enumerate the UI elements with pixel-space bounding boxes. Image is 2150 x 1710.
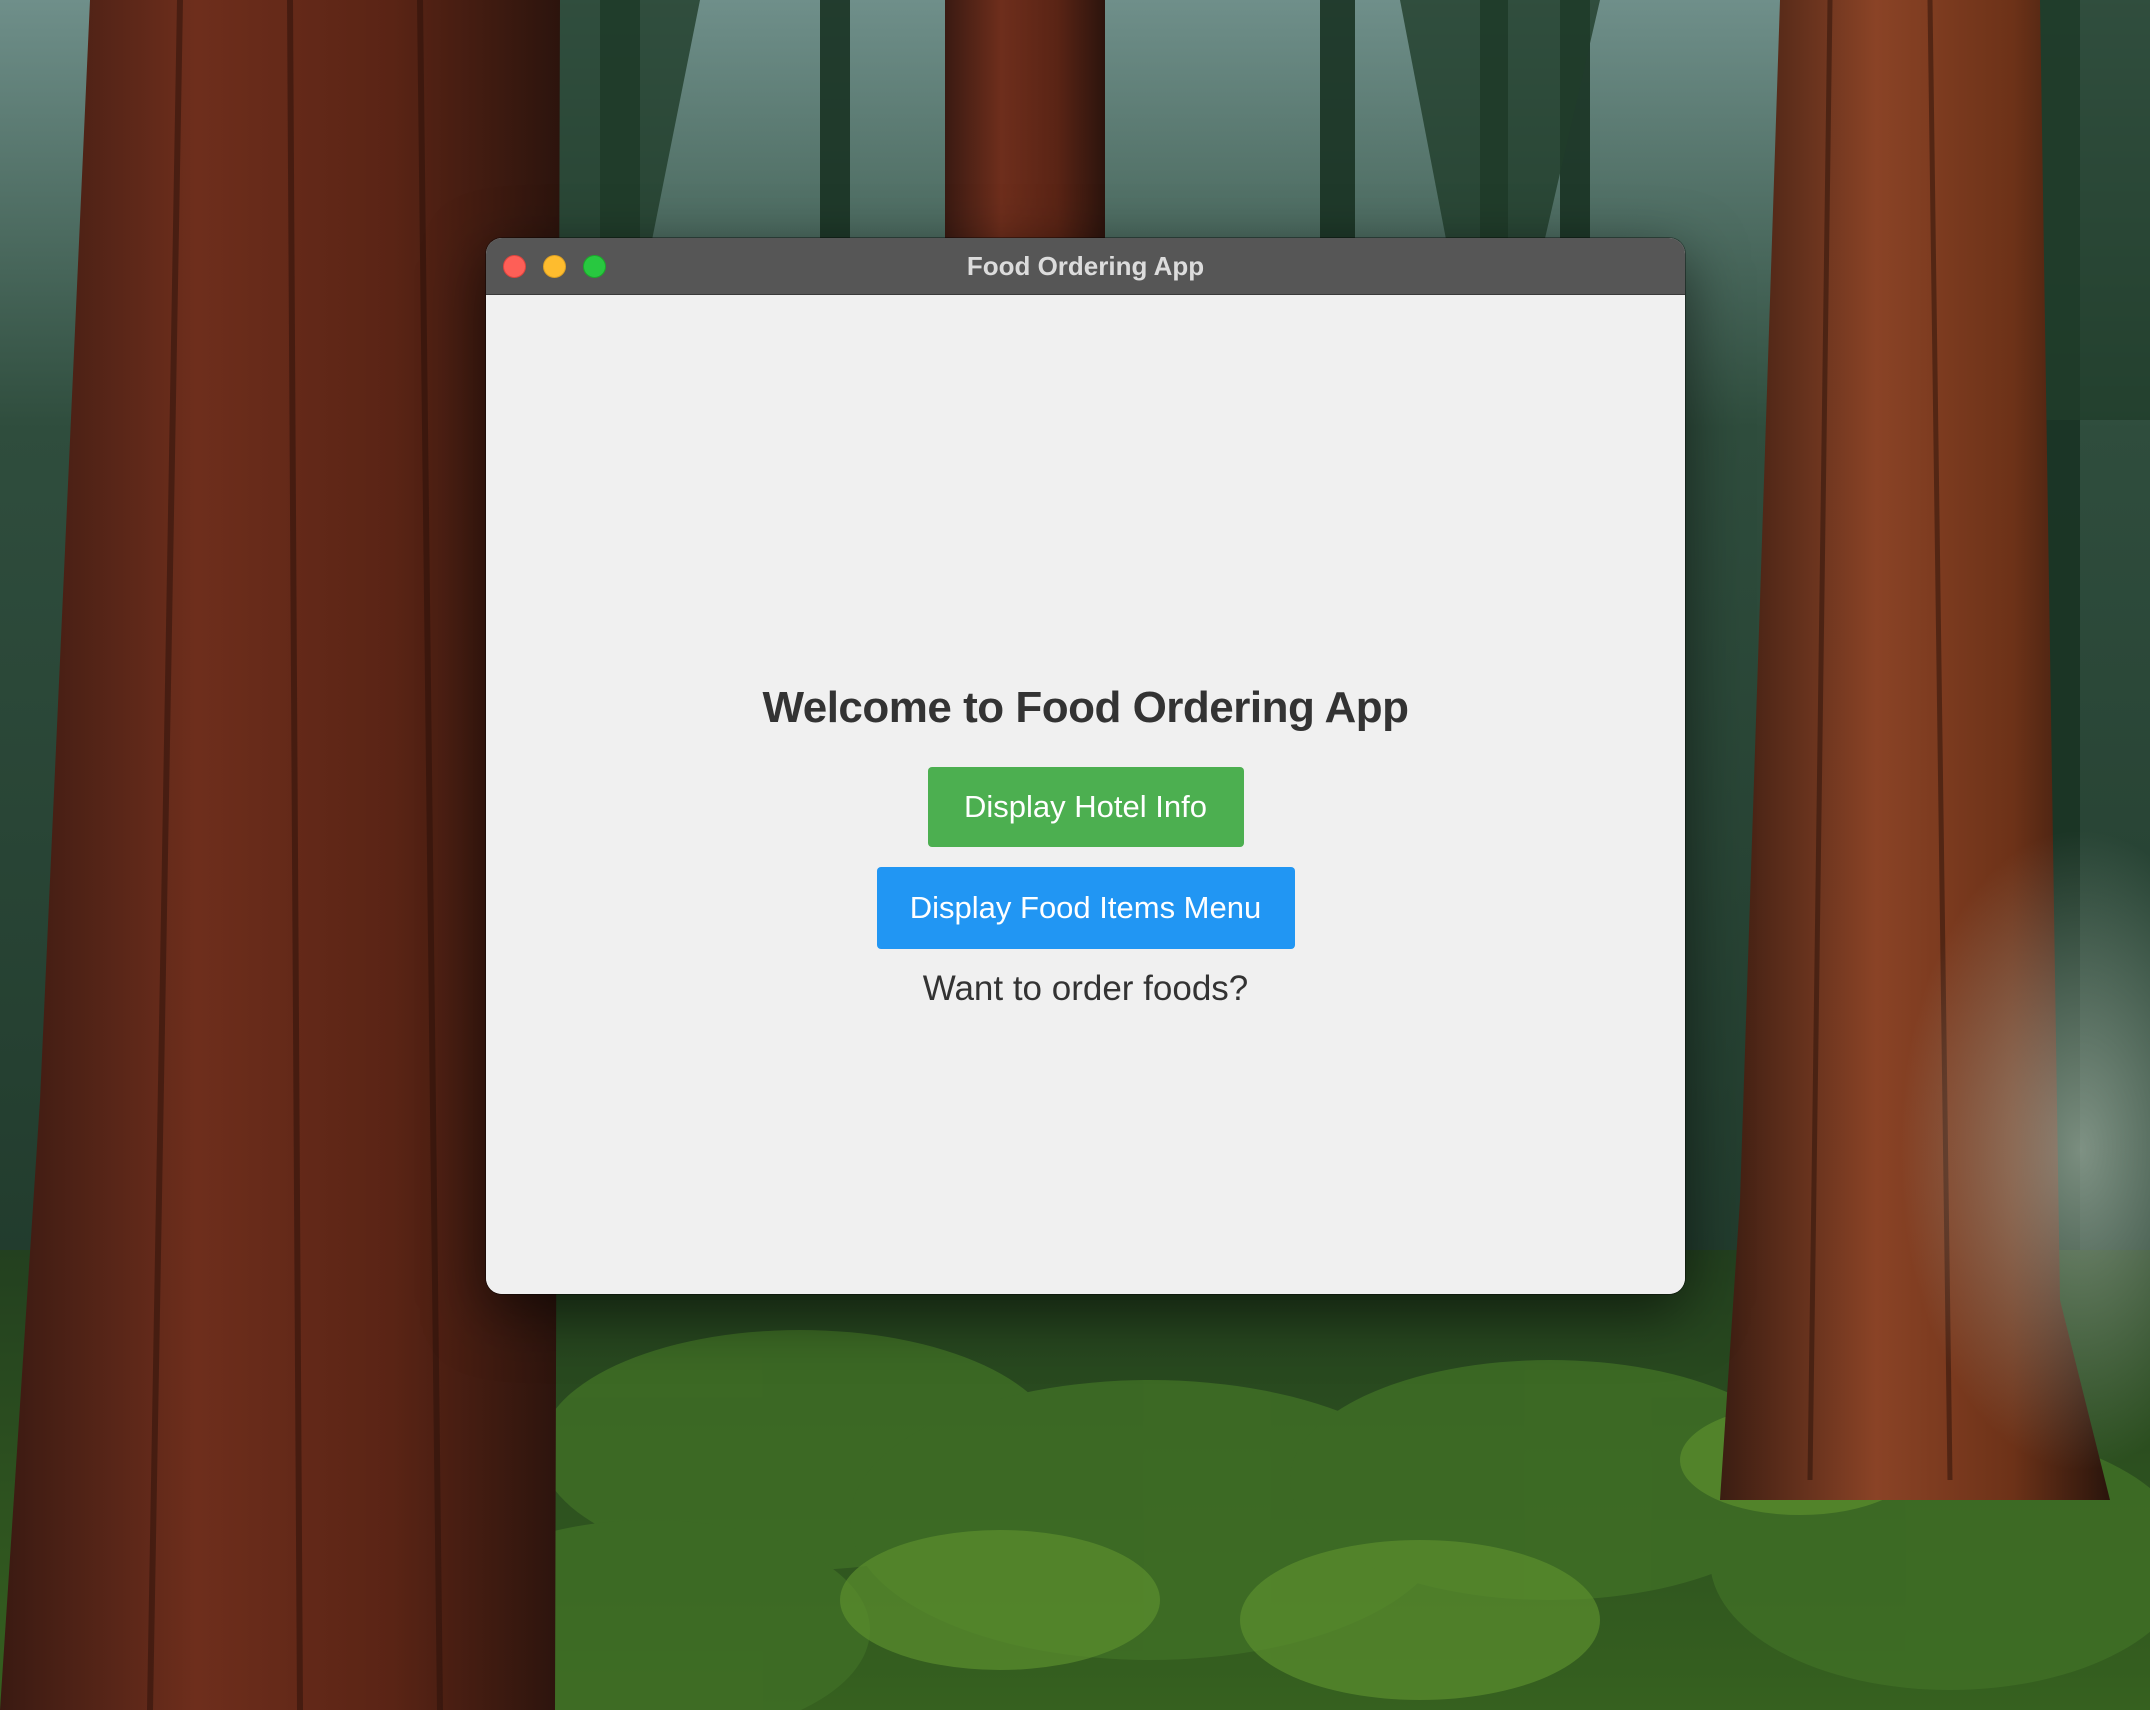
- desktop: Food Ordering App Welcome to Food Orderi…: [0, 0, 2150, 1710]
- order-prompt-text: Want to order foods?: [922, 969, 1249, 1008]
- app-window: Food Ordering App Welcome to Food Orderi…: [486, 238, 1685, 1294]
- window-title: Food Ordering App: [966, 251, 1205, 281]
- main-content: Welcome to Food Ordering App Display Hot…: [486, 295, 1685, 1294]
- display-food-menu-button[interactable]: Display Food Items Menu: [876, 867, 1295, 949]
- title-bar[interactable]: Food Ordering App: [486, 238, 1685, 295]
- display-hotel-info-button[interactable]: Display Hotel Info: [927, 767, 1244, 847]
- welcome-heading: Welcome to Food Ordering App: [762, 683, 1410, 732]
